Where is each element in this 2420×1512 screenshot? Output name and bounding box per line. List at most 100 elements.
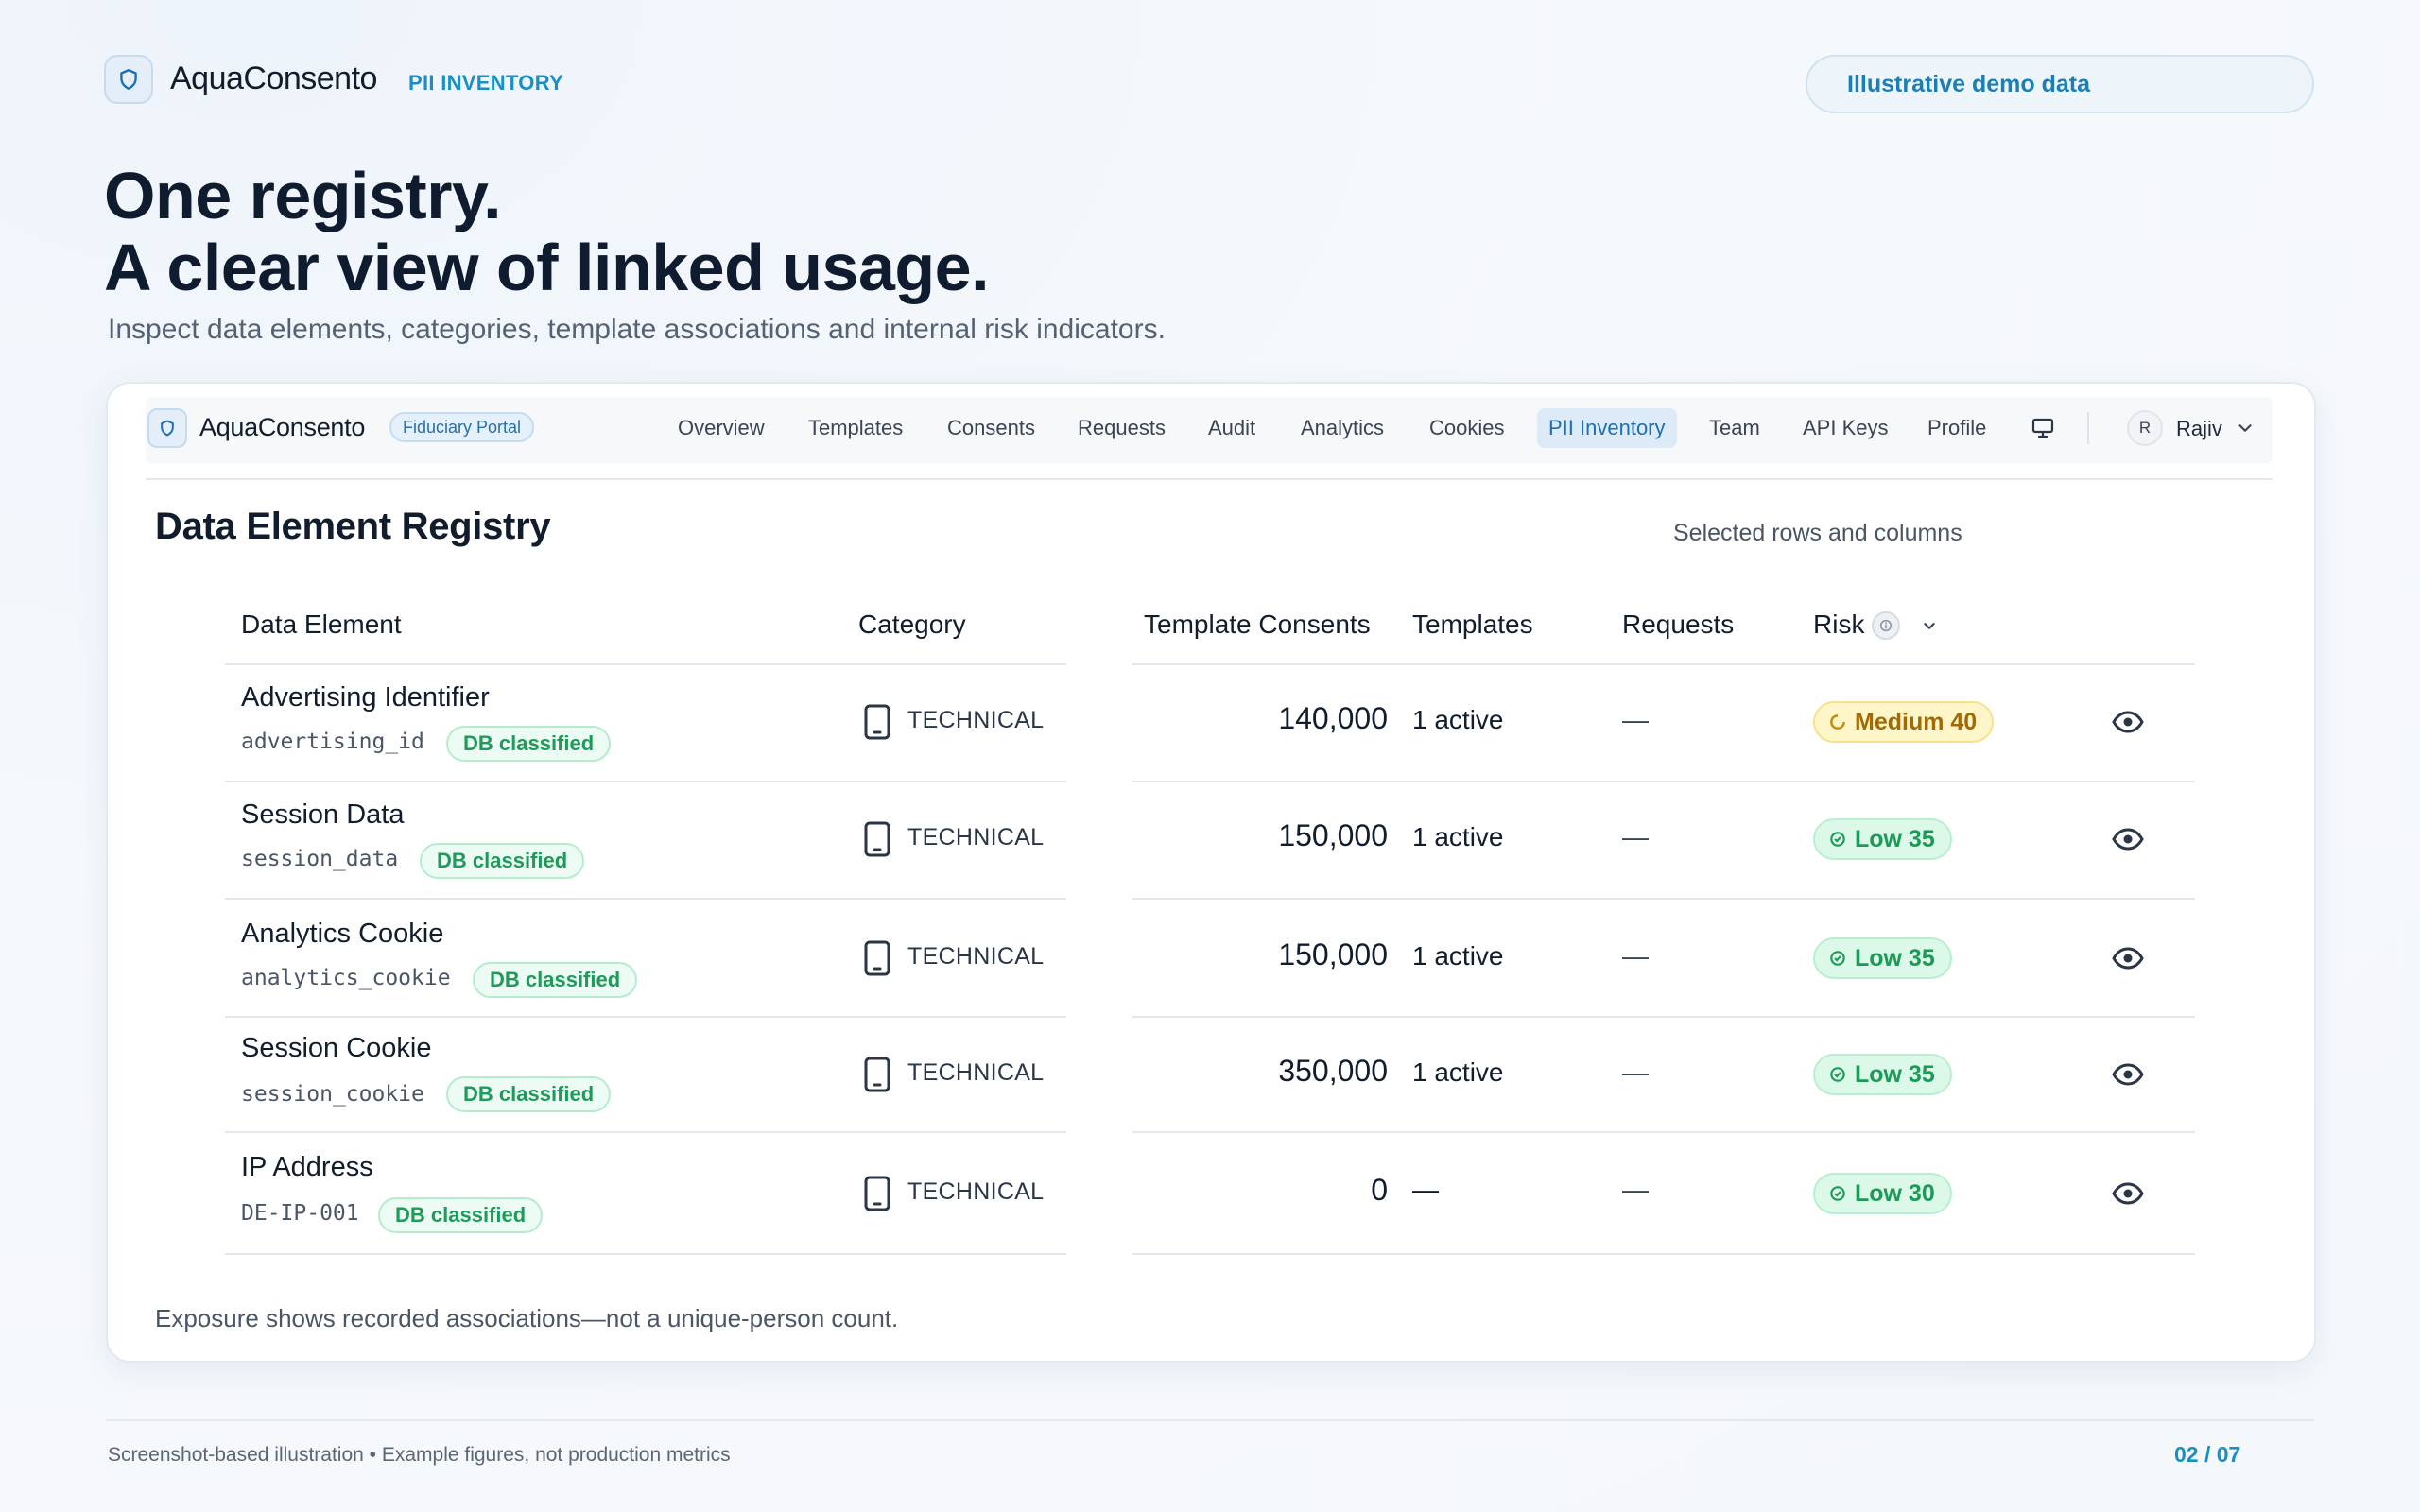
eye-icon[interactable] (2112, 1182, 2144, 1205)
check-circle-icon (1830, 1186, 1845, 1201)
nav-pii-inventory[interactable]: PII Inventory (1537, 408, 1677, 448)
table-rule (1132, 663, 2195, 665)
table-rule (1132, 1131, 2195, 1133)
category-label: TECHNICAL (908, 824, 1045, 850)
user-name[interactable]: Rajiv (2176, 417, 2222, 441)
templates-value: 1 active (1412, 941, 1504, 971)
risk-label: Medium 40 (1855, 709, 1978, 735)
risk-label: Low 35 (1855, 826, 1935, 852)
element-name: Advertising Identifier (241, 682, 490, 713)
table-rule (1132, 898, 2195, 900)
classification-badge: DB classified (446, 726, 612, 762)
table-rule (1132, 781, 2195, 782)
device-icon (864, 821, 890, 857)
check-circle-icon (1830, 951, 1845, 966)
nav-profile[interactable]: Profile (1927, 408, 1986, 448)
requests-value: — (1622, 705, 1649, 734)
nav-templates[interactable]: Templates (808, 408, 903, 448)
classification-badge: DB classified (378, 1197, 544, 1233)
element-code: session_data (241, 847, 399, 871)
element-name: Session Data (241, 799, 405, 830)
risk-badge: Low 30 (1813, 1173, 1952, 1214)
nav-team[interactable]: Team (1709, 408, 1760, 448)
info-icon[interactable] (1872, 611, 1900, 640)
element-name: Session Cookie (241, 1033, 432, 1063)
element-code: DE-IP-001 (241, 1201, 359, 1226)
device-icon (864, 704, 890, 740)
classification-badge: DB classified (420, 843, 585, 879)
table-rule (1132, 1253, 2195, 1255)
column-header-template-consents: Template Consents (1144, 610, 1371, 639)
navbar-separator (2087, 412, 2089, 444)
templates-value: 1 active (1412, 705, 1504, 734)
chevron-down-icon[interactable] (2235, 418, 2256, 438)
element-code: session_cookie (241, 1082, 424, 1107)
nav-requests[interactable]: Requests (1078, 408, 1166, 448)
table-rule (225, 781, 1066, 782)
column-header-requests: Requests (1622, 610, 1735, 639)
template-consents-value: 140,000 (1278, 701, 1388, 735)
templates-value: 1 active (1412, 822, 1504, 851)
column-header-templates: Templates (1412, 610, 1533, 639)
brand-name: AquaConsento (170, 60, 377, 96)
eye-icon[interactable] (2112, 828, 2144, 850)
registry-title: Data Element Registry (155, 506, 551, 547)
table-rule (225, 1131, 1066, 1133)
template-consents-value: 150,000 (1278, 937, 1388, 971)
classification-badge: DB classified (473, 962, 638, 998)
table-rule (225, 898, 1066, 900)
table-rule (225, 663, 1066, 665)
portal-badge: Fiduciary Portal (389, 412, 535, 442)
demo-data-badge: Illustrative demo data (1806, 55, 2314, 113)
monitor-icon[interactable] (2029, 414, 2057, 442)
requests-value: — (1622, 1057, 1649, 1087)
hero-title-line-2: A clear view of linked usage. (104, 231, 990, 304)
brand-shield-icon (104, 55, 153, 104)
nav-api-keys[interactable]: API Keys (1803, 408, 1888, 448)
element-code: advertising_id (241, 730, 424, 754)
nav-consents[interactable]: Consents (947, 408, 1035, 448)
column-header-risk[interactable]: Risk (1813, 610, 1864, 640)
templates-value: 1 active (1412, 1057, 1504, 1087)
category-label: TECHNICAL (908, 1059, 1045, 1086)
navbar-divider (146, 478, 2273, 480)
template-consents-value: 350,000 (1278, 1054, 1388, 1088)
device-icon (864, 1176, 890, 1211)
nav-audit[interactable]: Audit (1208, 408, 1255, 448)
user-avatar[interactable]: R (2127, 410, 2163, 446)
column-header-data-element: Data Element (241, 610, 402, 639)
category-label: TECHNICAL (908, 1178, 1045, 1205)
eye-icon[interactable] (2112, 947, 2144, 970)
template-consents-value: 150,000 (1278, 818, 1388, 852)
risk-badge: Medium 40 (1813, 701, 1995, 743)
app-shield-icon[interactable] (147, 408, 187, 448)
table-rule (225, 1016, 1066, 1018)
nav-overview[interactable]: Overview (678, 408, 765, 448)
table-rule (1132, 1016, 2195, 1018)
check-circle-icon (1830, 832, 1845, 847)
sort-chevron-icon[interactable] (1919, 615, 1940, 636)
requests-value: — (1622, 1175, 1649, 1204)
nav-cookies[interactable]: Cookies (1429, 408, 1504, 448)
eye-icon[interactable] (2112, 1063, 2144, 1086)
check-circle-icon (1830, 1067, 1845, 1082)
hero-title-line-1: One registry. (104, 159, 502, 232)
nav-analytics[interactable]: Analytics (1301, 408, 1384, 448)
element-name: IP Address (241, 1152, 373, 1182)
table-rule (225, 1253, 1066, 1255)
risk-gauge-icon (1830, 714, 1845, 730)
template-consents-value: 0 (1371, 1173, 1388, 1207)
footer-note: Screenshot-based illustration • Example … (108, 1444, 731, 1466)
element-code: analytics_cookie (241, 966, 451, 990)
eye-icon[interactable] (2112, 711, 2144, 733)
risk-label: Low 35 (1855, 945, 1935, 971)
section-tag: PII INVENTORY (408, 71, 564, 94)
templates-value: — (1412, 1175, 1439, 1204)
hero-subtitle: Inspect data elements, categories, templ… (108, 314, 1166, 345)
app-name[interactable]: AquaConsento (199, 413, 365, 442)
requests-value: — (1622, 941, 1649, 971)
column-header-category: Category (858, 610, 966, 639)
risk-badge: Low 35 (1813, 1054, 1952, 1095)
page-indicator: 02 / 07 (2174, 1442, 2241, 1467)
risk-label: Low 35 (1855, 1061, 1935, 1088)
